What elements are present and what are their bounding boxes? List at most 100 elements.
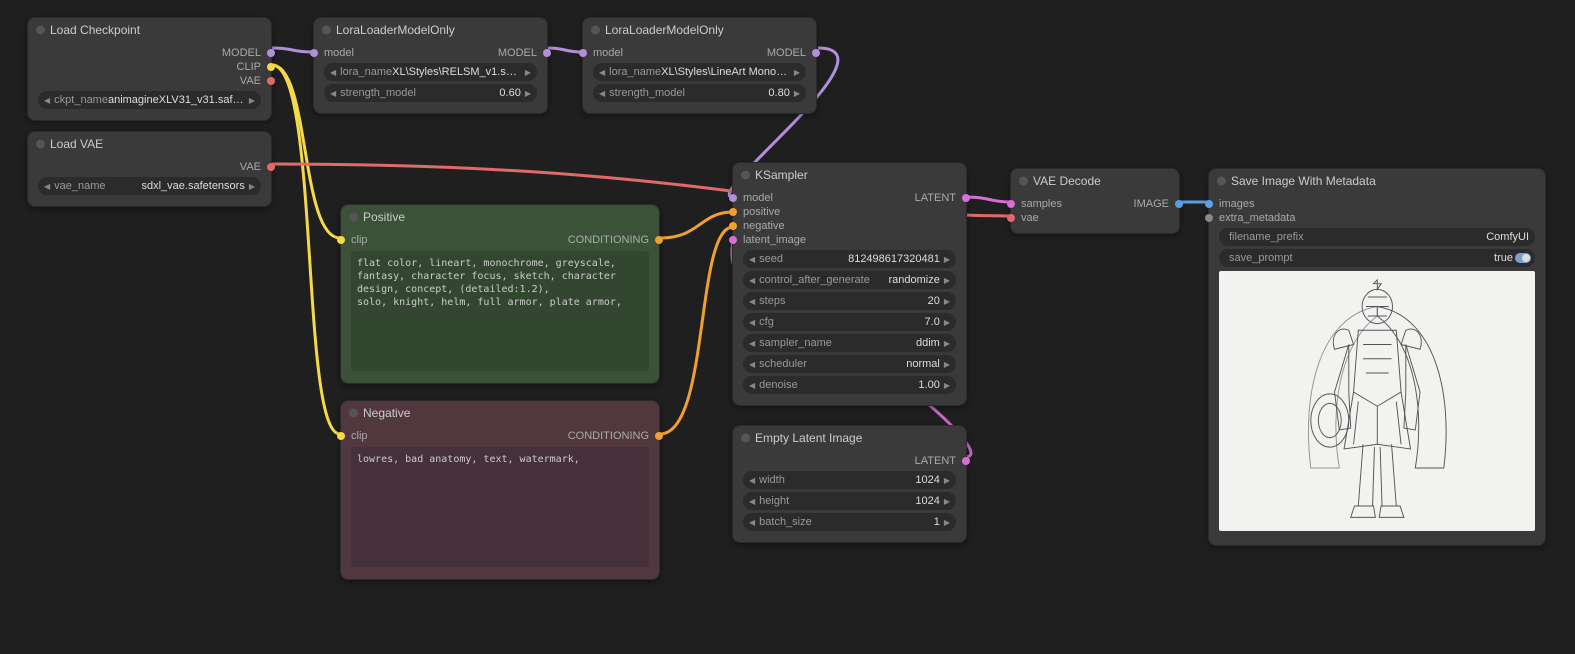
node-load-vae[interactable]: Load VAE VAE ◀ vae_name sdxl_vae.safeten… (27, 131, 272, 207)
port-dot[interactable] (267, 49, 275, 57)
arrow-left-icon[interactable]: ◀ (597, 89, 607, 98)
collapse-icon[interactable] (591, 26, 600, 35)
arrow-right-icon[interactable]: ▶ (942, 255, 952, 264)
widget-seed[interactable]: ◀seed812498617320481▶ (743, 250, 956, 268)
collapse-icon[interactable] (36, 26, 45, 35)
port-dot[interactable] (655, 236, 663, 244)
arrow-left-icon[interactable]: ◀ (597, 68, 607, 77)
port-dot[interactable] (1007, 200, 1015, 208)
port-dot[interactable] (267, 77, 275, 85)
arrow-right-icon[interactable]: ▶ (942, 276, 952, 285)
toggle-icon[interactable] (1515, 253, 1531, 263)
port-dot[interactable] (337, 236, 345, 244)
arrow-right-icon[interactable]: ▶ (792, 68, 802, 77)
node-header[interactable]: VAE Decode (1011, 169, 1179, 193)
node-lora-1[interactable]: LoraLoaderModelOnly model MODEL ◀ lora_n… (313, 17, 548, 114)
widget-ckpt-name[interactable]: ◀ ckpt_name animagineXLV31_v31.safete… ▶ (38, 91, 261, 109)
arrow-left-icon[interactable]: ◀ (747, 276, 757, 285)
port-dot[interactable] (962, 457, 970, 465)
output-image-preview[interactable] (1219, 271, 1535, 531)
port-dot[interactable] (543, 49, 551, 57)
arrow-right-icon[interactable]: ▶ (523, 68, 533, 77)
arrow-right-icon[interactable]: ▶ (942, 518, 952, 527)
arrow-left-icon[interactable]: ◀ (747, 339, 757, 348)
widget-save-prompt[interactable]: save_prompt true (1219, 249, 1535, 267)
port-dot[interactable] (579, 49, 587, 57)
arrow-right-icon[interactable]: ▶ (942, 497, 952, 506)
node-header[interactable]: Load Checkpoint (28, 18, 271, 42)
widget-steps[interactable]: ◀steps20▶ (743, 292, 956, 310)
arrow-left-icon[interactable]: ◀ (42, 96, 52, 105)
arrow-right-icon[interactable]: ▶ (523, 89, 533, 98)
widget-scheduler[interactable]: ◀schedulernormal▶ (743, 355, 956, 373)
port-dot[interactable] (655, 432, 663, 440)
arrow-left-icon[interactable]: ◀ (747, 255, 757, 264)
port-dot[interactable] (729, 222, 737, 230)
node-header[interactable]: Positive (341, 205, 659, 229)
widget-batch_size[interactable]: ◀batch_size1▶ (743, 513, 956, 531)
arrow-right-icon[interactable]: ▶ (247, 182, 257, 191)
positive-prompt-text[interactable]: flat color, lineart, monochrome, greysca… (351, 251, 649, 371)
widget-strength[interactable]: ◀ strength_model 0.60 ▶ (324, 84, 537, 102)
port-dot[interactable] (1175, 200, 1183, 208)
node-negative-prompt[interactable]: Negative clip CONDITIONING lowres, bad a… (340, 400, 660, 580)
node-empty-latent[interactable]: Empty Latent Image LATENT ◀width1024▶◀he… (732, 425, 967, 543)
arrow-left-icon[interactable]: ◀ (747, 360, 757, 369)
arrow-left-icon[interactable]: ◀ (747, 381, 757, 390)
widget-sampler_name[interactable]: ◀sampler_nameddim▶ (743, 334, 956, 352)
node-header[interactable]: Negative (341, 401, 659, 425)
widget-height[interactable]: ◀height1024▶ (743, 492, 956, 510)
collapse-icon[interactable] (322, 26, 331, 35)
node-vae-decode[interactable]: VAE Decode samples IMAGE vae (1010, 168, 1180, 234)
node-header[interactable]: KSampler (733, 163, 966, 187)
node-positive-prompt[interactable]: Positive clip CONDITIONING flat color, l… (340, 204, 660, 384)
collapse-icon[interactable] (349, 213, 358, 222)
node-header[interactable]: Load VAE (28, 132, 271, 156)
arrow-right-icon[interactable]: ▶ (942, 297, 952, 306)
collapse-icon[interactable] (36, 140, 45, 149)
port-dot[interactable] (310, 49, 318, 57)
widget-lora-name[interactable]: ◀ lora_name XL\Styles\RELSM_v1.safete… ▶ (324, 63, 537, 81)
collapse-icon[interactable] (349, 409, 358, 418)
arrow-left-icon[interactable]: ◀ (747, 318, 757, 327)
port-dot[interactable] (1205, 214, 1213, 222)
port-dot[interactable] (962, 194, 970, 202)
arrow-right-icon[interactable]: ▶ (942, 360, 952, 369)
node-header[interactable]: Save Image With Metadata (1209, 169, 1545, 193)
arrow-left-icon[interactable]: ◀ (747, 297, 757, 306)
widget-lora-name[interactable]: ◀ lora_name XL\Styles\LineArt Mono Sty… … (593, 63, 806, 81)
arrow-left-icon[interactable]: ◀ (747, 497, 757, 506)
port-dot[interactable] (729, 236, 737, 244)
node-load-checkpoint[interactable]: Load Checkpoint MODEL CLIP VAE ◀ ckpt_na… (27, 17, 272, 121)
negative-prompt-text[interactable]: lowres, bad anatomy, text, watermark, (351, 447, 649, 567)
arrow-right-icon[interactable]: ▶ (942, 318, 952, 327)
port-dot[interactable] (337, 432, 345, 440)
port-dot[interactable] (812, 49, 820, 57)
widget-width[interactable]: ◀width1024▶ (743, 471, 956, 489)
arrow-left-icon[interactable]: ◀ (328, 89, 338, 98)
widget-cfg[interactable]: ◀cfg7.0▶ (743, 313, 956, 331)
port-dot[interactable] (1205, 200, 1213, 208)
arrow-left-icon[interactable]: ◀ (747, 476, 757, 485)
arrow-right-icon[interactable]: ▶ (792, 89, 802, 98)
widget-filename-prefix[interactable]: filename_prefix ComfyUI (1219, 228, 1535, 246)
port-dot[interactable] (1007, 214, 1015, 222)
node-ksampler[interactable]: KSampler model LATENT positive negative … (732, 162, 967, 406)
widget-vae-name[interactable]: ◀ vae_name sdxl_vae.safetensors ▶ (38, 177, 261, 195)
port-dot[interactable] (267, 63, 275, 71)
widget-control_after_generate[interactable]: ◀control_after_generaterandomize▶ (743, 271, 956, 289)
widget-strength[interactable]: ◀ strength_model 0.80 ▶ (593, 84, 806, 102)
arrow-left-icon[interactable]: ◀ (42, 182, 52, 191)
collapse-icon[interactable] (741, 171, 750, 180)
collapse-icon[interactable] (741, 434, 750, 443)
node-lora-2[interactable]: LoraLoaderModelOnly model MODEL ◀ lora_n… (582, 17, 817, 114)
arrow-right-icon[interactable]: ▶ (942, 339, 952, 348)
arrow-right-icon[interactable]: ▶ (942, 476, 952, 485)
node-header[interactable]: Empty Latent Image (733, 426, 966, 450)
collapse-icon[interactable] (1019, 177, 1028, 186)
arrow-left-icon[interactable]: ◀ (747, 518, 757, 527)
node-header[interactable]: LoraLoaderModelOnly (314, 18, 547, 42)
port-dot[interactable] (729, 208, 737, 216)
port-dot[interactable] (729, 194, 737, 202)
collapse-icon[interactable] (1217, 177, 1226, 186)
